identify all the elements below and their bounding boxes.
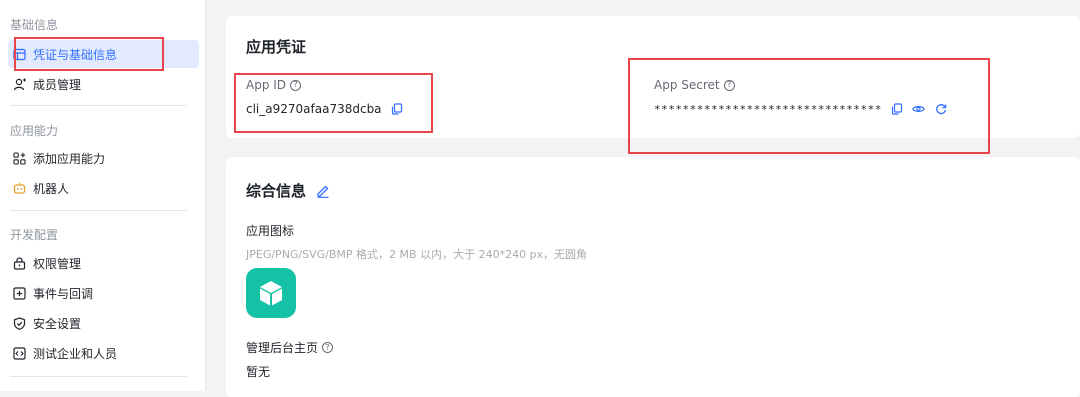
robot-icon — [12, 181, 26, 195]
app-id-label-text: App ID — [246, 78, 287, 92]
shield-icon — [12, 316, 26, 330]
refresh-icon[interactable] — [934, 102, 948, 116]
general-info-title-text: 综合信息 — [246, 182, 307, 200]
sidebar-item-label: 添加应用能力 — [33, 151, 106, 166]
sidebar-item-label: 权限管理 — [33, 256, 82, 271]
app-icon-label: 应用图标 — [246, 224, 295, 238]
general-info-title: 综合信息 — [246, 180, 330, 201]
app-secret-label: App Secret ? — [654, 78, 735, 92]
admin-home-label: 管理后台主页 ? — [246, 339, 334, 356]
sidebar-group-title: 应用能力 — [10, 124, 59, 138]
app-icon-hint: JPEG/PNG/SVG/BMP 格式，2 MB 以内，大于 240*240 p… — [246, 248, 588, 261]
sidebar-divider — [10, 105, 187, 106]
cube-icon — [260, 281, 282, 306]
sidebar-item-add-capability[interactable]: 添加应用能力 — [8, 144, 199, 172]
copy-icon[interactable] — [390, 102, 404, 116]
sidebar-item-robot[interactable]: 机器人 — [8, 174, 199, 202]
app-secret-text: ******************************** — [654, 102, 882, 116]
general-info-card: 综合信息 应用图标 JPEG/PNG/SVG/BMP 格式，2 MB 以内，大于… — [226, 157, 1080, 397]
sidebar-group-title: 基础信息 — [10, 18, 59, 32]
credential-icon — [12, 47, 26, 61]
member-icon — [12, 77, 26, 91]
sidebar-item-label: 测试企业和人员 — [33, 346, 118, 361]
sidebar-item-test-tenant[interactable]: 测试企业和人员 — [8, 339, 199, 367]
app-id-text: cli_a9270afaa738dcba — [246, 102, 382, 116]
sidebar-item-label: 机器人 — [33, 181, 70, 196]
app-secret-label-text: App Secret — [654, 78, 720, 92]
sidebar-item-events[interactable]: 事件与回调 — [8, 279, 199, 307]
sidebar-divider — [10, 210, 187, 211]
help-icon[interactable]: ? — [322, 342, 334, 353]
sidebar-item-label: 事件与回调 — [33, 286, 94, 301]
help-icon[interactable]: ? — [290, 79, 302, 91]
edit-icon[interactable] — [316, 184, 330, 198]
app-id-label: App ID ? — [246, 78, 302, 92]
sidebar-item-label: 成员管理 — [33, 77, 82, 92]
lock-icon — [12, 256, 26, 270]
sidebar-item-credentials[interactable]: 凭证与基础信息 — [8, 40, 199, 68]
credentials-title: 应用凭证 — [246, 38, 307, 56]
sidebar-item-members[interactable]: 成员管理 — [8, 70, 199, 98]
sidebar-divider — [10, 376, 187, 377]
app-id-value: cli_a9270afaa738dcba — [246, 102, 404, 116]
help-icon[interactable]: ? — [723, 79, 735, 91]
sidebar-item-label: 凭证与基础信息 — [33, 47, 118, 62]
app-icon[interactable] — [246, 268, 296, 318]
credentials-card: 应用凭证 App ID ? cli_a9270afaa738dcba App S… — [226, 16, 1080, 138]
copy-icon[interactable] — [890, 102, 904, 116]
sidebar-item-label: 安全设置 — [33, 316, 82, 331]
eye-icon[interactable] — [912, 102, 926, 116]
sidebar-item-permissions[interactable]: 权限管理 — [8, 249, 199, 277]
code-icon — [12, 346, 26, 360]
admin-home-value: 暂无 — [246, 365, 271, 379]
app-secret-value: ******************************** — [654, 102, 948, 116]
admin-home-label-text: 管理后台主页 — [246, 341, 319, 355]
sidebar: 基础信息 凭证与基础信息 成员管理 应用能力 添加应用能力 机器人 开发配置 权… — [0, 0, 206, 391]
sidebar-group-title: 开发配置 — [10, 228, 59, 242]
sidebar-item-security[interactable]: 安全设置 — [8, 309, 199, 337]
grid-add-icon — [12, 151, 26, 165]
event-icon — [12, 286, 26, 300]
